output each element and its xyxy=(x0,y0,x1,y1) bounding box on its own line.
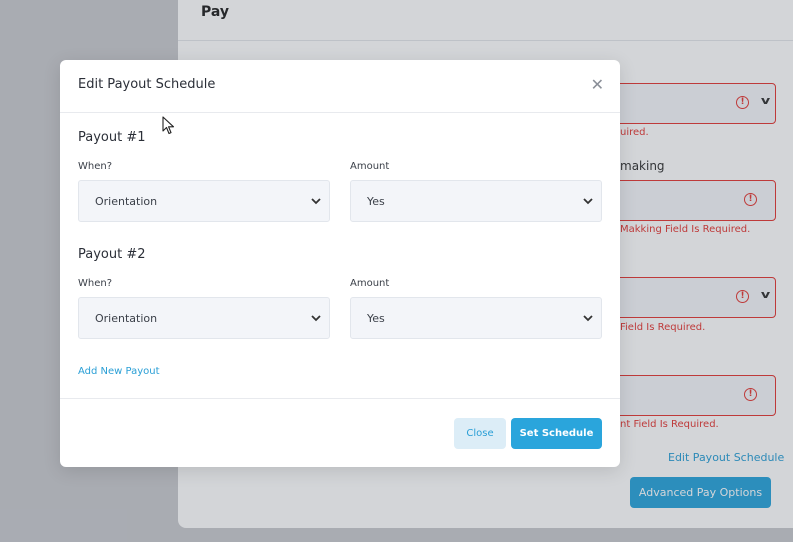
close-icon[interactable]: ✕ xyxy=(591,76,604,94)
mouse-cursor-icon xyxy=(162,116,175,135)
payout-1-when-label: When? xyxy=(78,161,113,172)
payout-2-when-label: When? xyxy=(78,278,113,289)
select-value: Orientation xyxy=(95,195,158,208)
modal-title: Edit Payout Schedule xyxy=(78,77,216,92)
select-value: Yes xyxy=(367,312,385,325)
chevron-down-icon xyxy=(311,198,321,205)
payout-2-when-select[interactable]: Orientation xyxy=(78,297,330,339)
add-new-payout-link[interactable]: Add New Payout xyxy=(78,366,160,377)
payout-2-amount-select[interactable]: Yes xyxy=(350,297,602,339)
payout-1-when-select[interactable]: Orientation xyxy=(78,180,330,222)
edit-payout-schedule-modal: Edit Payout Schedule ✕ Payout #1 When? A… xyxy=(60,60,620,467)
payout-2-amount-label: Amount xyxy=(350,278,390,289)
modal-header: Edit Payout Schedule ✕ xyxy=(60,60,620,113)
payout-1-amount-select[interactable]: Yes xyxy=(350,180,602,222)
select-value: Yes xyxy=(367,195,385,208)
close-button[interactable]: Close xyxy=(454,418,506,449)
payout-1-amount-label: Amount xyxy=(350,161,390,172)
chevron-down-icon xyxy=(583,315,593,322)
payout-2-heading: Payout #2 xyxy=(78,247,146,262)
set-schedule-button[interactable]: Set Schedule xyxy=(511,418,602,449)
chevron-down-icon xyxy=(311,315,321,322)
chevron-down-icon xyxy=(583,198,593,205)
footer-divider xyxy=(60,398,620,399)
select-value: Orientation xyxy=(95,312,158,325)
payout-1-heading: Payout #1 xyxy=(78,130,146,145)
